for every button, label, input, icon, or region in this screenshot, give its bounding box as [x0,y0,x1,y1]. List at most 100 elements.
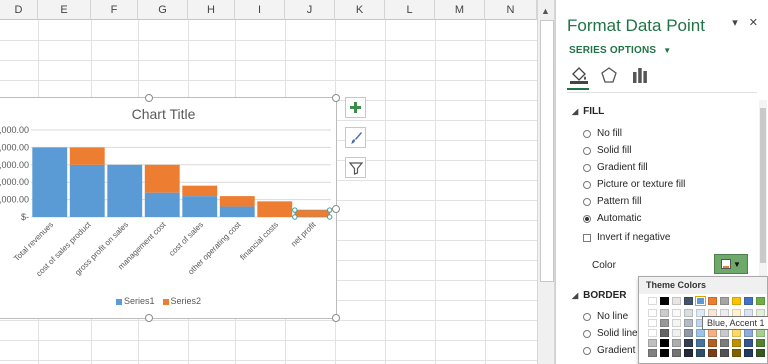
fill-section-toggle[interactable]: ◢ FILL [572,106,604,117]
theme-shade-swatch[interactable] [660,319,669,327]
column-header-g[interactable]: G [138,0,188,20]
theme-shade-swatch[interactable] [672,349,681,357]
border-section-toggle[interactable]: ◢ BORDER [572,290,627,301]
theme-color-swatch[interactable] [708,297,717,305]
column-header-i[interactable]: I [235,0,285,20]
theme-shade-swatch[interactable] [684,349,693,357]
theme-shade-swatch[interactable] [648,329,657,337]
radio-solid-line[interactable] [583,329,591,338]
theme-shade-swatch[interactable] [756,329,765,337]
theme-color-swatch[interactable] [732,297,741,305]
invert-checkbox[interactable] [583,233,591,242]
theme-color-swatch[interactable] [695,296,706,306]
chart-legend[interactable]: Series1 Series2 [116,296,201,306]
option-no-line[interactable]: No line [583,311,628,322]
theme-shade-swatch[interactable] [720,329,729,337]
column-header-k[interactable]: K [335,0,385,20]
chart-styles-button[interactable] [345,127,366,148]
radio-no-fill[interactable] [583,129,591,138]
tab-series-options[interactable] [631,66,649,87]
radio-gradient-fill[interactable] [583,163,591,172]
resize-handle-bottom[interactable] [145,314,153,322]
radio-picture-fill[interactable] [583,180,591,189]
theme-shade-swatch[interactable] [660,309,669,317]
column-header-j[interactable]: J [285,0,335,20]
theme-shade-swatch[interactable] [648,349,657,357]
chart-filters-button[interactable] [345,157,366,178]
theme-shade-swatch[interactable] [672,339,681,347]
pane-scrollbar[interactable] [759,100,767,280]
chart-plot[interactable]: 250,000.00 200,000.00 150,000.00 100,000.00… [0,98,338,320]
column-header-n[interactable]: N [485,0,537,20]
series-options-dropdown[interactable]: SERIES OPTIONS ▼ [569,45,671,56]
theme-shade-swatch[interactable] [684,329,693,337]
theme-shade-swatch[interactable] [648,339,657,347]
option-picture-fill[interactable]: Picture or texture fill [583,179,685,190]
tab-effects[interactable] [600,66,618,87]
fill-color-button[interactable]: ▼ [714,254,748,274]
sheet-vertical-scrollbar[interactable]: ▲ [537,0,555,364]
radio-automatic[interactable] [583,214,591,223]
theme-shade-swatch[interactable] [732,349,741,357]
theme-color-swatch[interactable] [756,297,765,305]
chart-elements-button[interactable] [345,97,366,118]
tab-fill-line[interactable] [569,66,589,87]
column-header-e[interactable]: E [38,0,91,20]
waterfall-chart[interactable]: Chart Title 250,000.00200,000.00150,000.… [0,94,340,322]
column-header-h[interactable]: H [188,0,235,20]
theme-shade-swatch[interactable] [696,349,705,357]
option-no-fill[interactable]: No fill [583,128,622,139]
resize-handle-right[interactable] [332,205,340,213]
theme-shade-swatch[interactable] [660,339,669,347]
theme-shade-swatch[interactable] [720,349,729,357]
theme-shade-swatch[interactable] [708,329,717,337]
option-invert-if-negative[interactable]: Invert if negative [583,232,670,243]
theme-shade-swatch[interactable] [744,349,753,357]
theme-color-swatch[interactable] [648,297,657,305]
theme-shade-swatch[interactable] [756,339,765,347]
resize-handle-top[interactable] [145,94,153,102]
theme-shade-swatch[interactable] [684,309,693,317]
theme-shade-swatch[interactable] [708,339,717,347]
column-header-d[interactable]: D [0,0,38,20]
theme-shade-swatch[interactable] [660,329,669,337]
scroll-up-icon[interactable]: ▲ [541,6,550,16]
close-icon[interactable]: ✕ [749,17,758,29]
theme-color-swatch[interactable] [660,297,669,305]
theme-shade-swatch[interactable] [696,329,705,337]
theme-shade-swatch[interactable] [696,339,705,347]
radio-gradient-line[interactable] [583,346,591,355]
option-pattern-fill[interactable]: Pattern fill [583,196,641,207]
theme-shade-swatch[interactable] [648,319,657,327]
theme-shade-swatch[interactable] [744,339,753,347]
theme-shade-swatch[interactable] [660,349,669,357]
theme-color-swatch[interactable] [672,297,681,305]
theme-color-swatch[interactable] [720,297,729,305]
option-solid-fill[interactable]: Solid fill [583,145,631,156]
column-header-m[interactable]: M [435,0,485,20]
pane-menu-chevron-icon[interactable]: ▾ [732,17,738,29]
theme-shade-swatch[interactable] [732,339,741,347]
option-solid-line[interactable]: Solid line [583,328,638,339]
option-automatic[interactable]: Automatic [583,213,641,224]
resize-handle-top-right[interactable] [332,94,340,102]
theme-shade-swatch[interactable] [672,309,681,317]
theme-shade-swatch[interactable] [756,349,765,357]
radio-solid-fill[interactable] [583,146,591,155]
theme-shade-swatch[interactable] [744,329,753,337]
column-header-f[interactable]: F [91,0,138,20]
column-header-l[interactable]: L [385,0,435,20]
theme-shade-swatch[interactable] [708,349,717,357]
theme-shade-swatch[interactable] [732,329,741,337]
radio-pattern-fill[interactable] [583,197,591,206]
theme-color-swatch[interactable] [744,297,753,305]
theme-shade-swatch[interactable] [648,309,657,317]
theme-shade-swatch[interactable] [672,319,681,327]
theme-shade-swatch[interactable] [684,319,693,327]
resize-handle-bottom-right[interactable] [332,314,340,322]
scrollbar-thumb[interactable] [540,20,554,282]
pane-scrollbar-thumb[interactable] [760,108,766,263]
option-gradient-line[interactable]: Gradient li [583,345,643,356]
theme-shade-swatch[interactable] [672,329,681,337]
option-gradient-fill[interactable]: Gradient fill [583,162,648,173]
